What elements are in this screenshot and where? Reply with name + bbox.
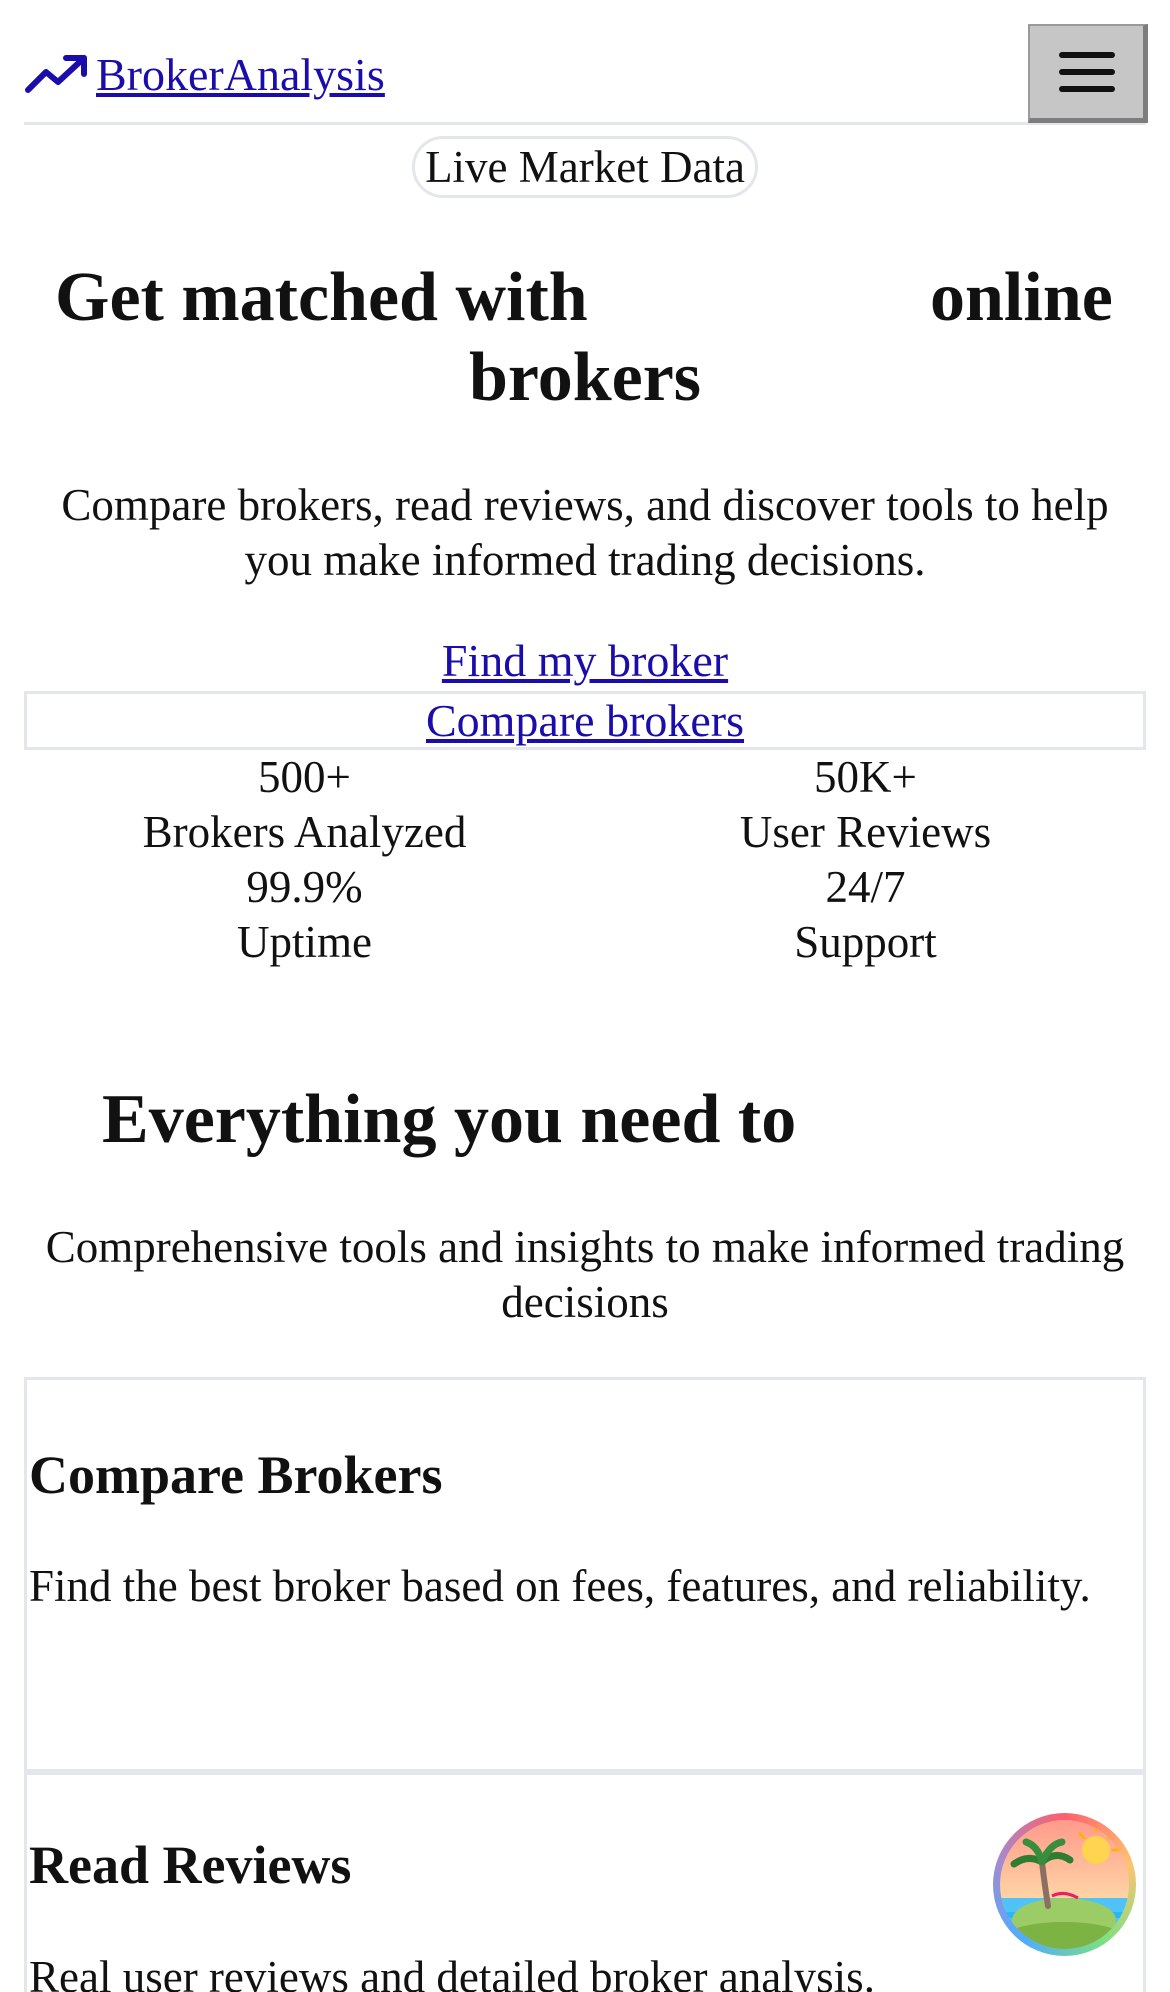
feature-card-reviews: Read Reviews Real user reviews and detai… xyxy=(24,1772,1146,1992)
live-market-badge: Live Market Data xyxy=(412,136,758,198)
hero-title-line2: brokers xyxy=(468,339,702,416)
hero-subtitle: Compare brokers, read reviews, and disco… xyxy=(61,480,1109,585)
feature-card-title: Compare Brokers xyxy=(29,1445,443,1505)
find-broker-container: Find my broker xyxy=(24,632,1146,690)
feature-card-compare: Compare Brokers Find the best broker bas… xyxy=(24,1377,1146,1772)
find-my-broker-link[interactable]: Find my broker xyxy=(442,635,728,686)
brand-name: BrokerAnalysis xyxy=(96,48,385,100)
stat-item: 50K+ User Reviews xyxy=(585,750,1146,860)
stat-label: Uptime xyxy=(237,917,372,967)
beach-island-icon xyxy=(1000,1820,1129,1949)
stat-item: 500+ Brokers Analyzed xyxy=(24,750,585,860)
floating-action-button[interactable] xyxy=(993,1813,1136,1956)
hero-title-line1-start: Get matched with xyxy=(55,259,588,336)
stat-item: 24/7 Support xyxy=(585,860,1146,970)
stat-value: 24/7 xyxy=(825,862,906,912)
brand-logo-link[interactable]: BrokerAnalysis xyxy=(24,46,385,102)
feature-card-text: Real user reviews and detailed broker an… xyxy=(29,1952,875,1992)
stat-label: Brokers Analyzed xyxy=(142,807,467,857)
compare-brokers-link[interactable]: Compare brokers xyxy=(426,695,744,746)
hero-title-line1-end: online xyxy=(930,259,1113,336)
feature-card-title: Read Reviews xyxy=(29,1835,352,1895)
trending-up-icon xyxy=(25,55,87,93)
top-navbar: BrokerAnalysis xyxy=(24,0,1148,125)
features-subtitle: Comprehensive tools and insights to make… xyxy=(45,1222,1125,1327)
stats-grid: 500+ Brokers Analyzed 50K+ User Reviews … xyxy=(24,750,1146,970)
stat-value: 500+ xyxy=(258,752,351,802)
hamburger-menu-icon xyxy=(1058,52,1115,58)
compare-brokers-container: Compare brokers xyxy=(24,691,1146,750)
features-title: Everything you need to xyxy=(102,1081,797,1158)
menu-button[interactable] xyxy=(1028,24,1148,123)
stat-item: 99.9% Uptime xyxy=(24,860,585,970)
stat-value: 50K+ xyxy=(814,752,917,802)
stat-label: Support xyxy=(794,917,937,967)
stat-value: 99.9% xyxy=(246,862,363,912)
stat-label: User Reviews xyxy=(739,807,992,857)
feature-card-text: Find the best broker based on fees, feat… xyxy=(29,1561,1091,1611)
